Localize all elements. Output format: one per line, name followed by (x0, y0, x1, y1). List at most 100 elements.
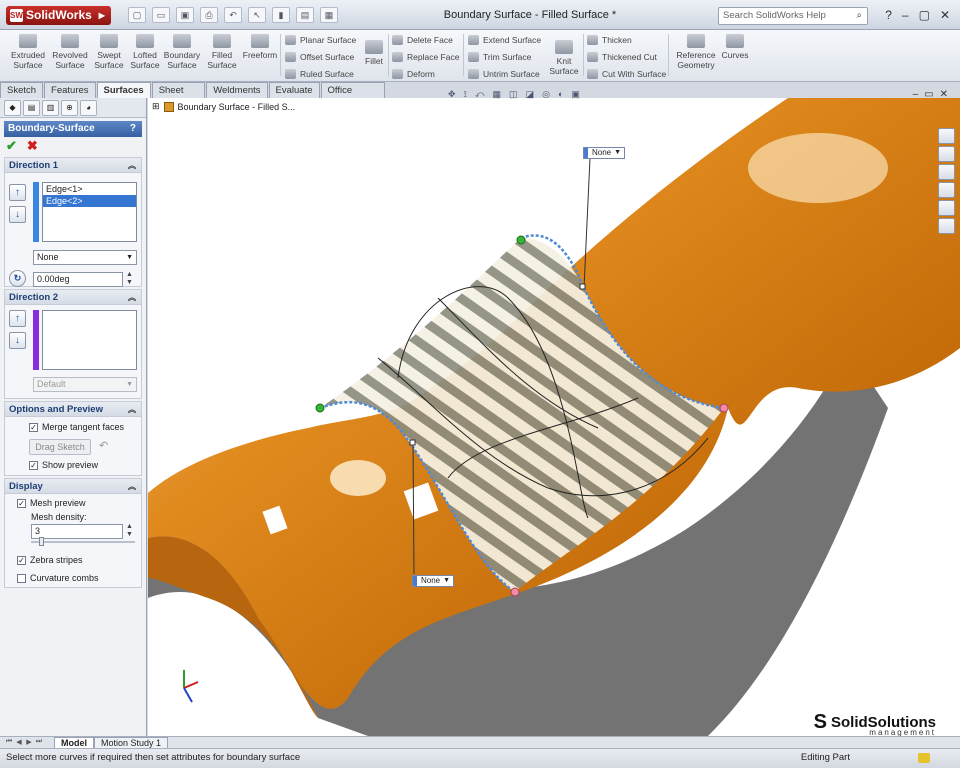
help-icon[interactable]: ? (130, 121, 136, 137)
mesh-density-spinner[interactable]: ▲ ▼ (126, 523, 133, 539)
freeform-button[interactable]: Freeform (240, 34, 280, 60)
tangency-type-dropdown[interactable]: None ▼ (33, 250, 137, 265)
connector-point[interactable] (315, 403, 325, 413)
draft-angle-input[interactable]: 0.00deg (33, 272, 123, 287)
reverse-direction-icon[interactable]: ↻ (9, 270, 26, 287)
replace-face-button[interactable]: Replace Face (392, 49, 459, 64)
collapse-icon[interactable]: ︽ (128, 402, 136, 417)
last-tab-icon[interactable]: ⏭ (34, 738, 44, 748)
cut-with-surface-button[interactable]: Cut With Surface (587, 66, 666, 81)
tab-weldments[interactable]: Weldments (206, 82, 268, 98)
mesh-density-input[interactable]: 3 (31, 524, 123, 539)
tab-surfaces[interactable]: Surfaces (96, 82, 151, 98)
planar-surface-button[interactable]: Planar Surface (285, 32, 356, 47)
checkbox-unchecked[interactable] (17, 573, 26, 583)
file-properties-icon[interactable]: ▤ (296, 7, 314, 23)
tab-model[interactable]: Model (54, 737, 94, 748)
edit-appearance-icon[interactable]: ◐ (558, 89, 563, 100)
save-icon[interactable]: ▣ (176, 7, 194, 23)
move-up-button[interactable]: ↑ (9, 310, 26, 327)
trim-surface-button[interactable]: Trim Surface (468, 49, 531, 64)
zebra-stripes-checkbox[interactable]: ✓ Zebra stripes (17, 555, 83, 565)
thickened-cut-button[interactable]: Thickened Cut (587, 49, 657, 64)
deform-button[interactable]: Deform (392, 66, 435, 81)
mesh-preview-checkbox[interactable]: ✓ Mesh preview (17, 498, 86, 508)
tangency-callout-bottom[interactable]: None ▼ (412, 575, 454, 587)
collapse-icon[interactable]: ︽ (128, 290, 136, 305)
delete-face-button[interactable]: Delete Face (392, 32, 453, 47)
maximize-icon[interactable]: ▢ (919, 8, 930, 22)
design-library-icon[interactable] (938, 146, 955, 162)
handle-point[interactable] (409, 439, 416, 446)
flyout-feature-tree[interactable]: ⊞ Boundary Surface - Filled S... (152, 101, 295, 112)
merge-tangent-checkbox[interactable]: ✓ Merge tangent faces (29, 422, 124, 432)
lofted-surface-button[interactable]: Lofted Surface (125, 34, 165, 70)
list-item-selected[interactable]: Edge<2> (43, 195, 136, 207)
reference-geometry-button[interactable]: Reference Geometry (672, 34, 720, 70)
knit-surface-button[interactable]: Knit Surface (546, 40, 582, 76)
model-viewport[interactable] (148, 98, 960, 736)
show-preview-checkbox[interactable]: ✓ Show preview (29, 460, 98, 470)
connector-point[interactable] (719, 403, 729, 413)
dimxpert-icon[interactable]: ⊕ (61, 100, 78, 116)
prev-tab-icon[interactable]: ◀ (14, 738, 24, 748)
help-icon[interactable]: ? (885, 8, 892, 22)
close-icon[interactable]: ✕ (940, 8, 950, 22)
solidworks-resources-icon[interactable] (938, 128, 955, 144)
checkbox-checked[interactable]: ✓ (29, 460, 38, 470)
extend-surface-button[interactable]: Extend Surface (468, 32, 541, 47)
tab-sketch[interactable]: Sketch (0, 82, 44, 98)
direction1-curves-list[interactable]: Edge<1> Edge<2> (42, 182, 137, 242)
slider-thumb[interactable] (39, 537, 44, 546)
connector-point[interactable] (516, 235, 526, 245)
checkbox-checked[interactable]: ✓ (17, 555, 26, 565)
custom-properties-icon[interactable] (938, 218, 955, 234)
display-header[interactable]: Display ︽ (5, 479, 141, 494)
curves-button[interactable]: Curves (718, 34, 752, 60)
solidworks-menu-button[interactable]: SW SolidWorks ▶ (6, 6, 111, 25)
zoom-to-fit-icon[interactable]: ✥ (448, 89, 456, 100)
ruled-surface-button[interactable]: Ruled Surface (285, 66, 354, 81)
hide-show-items-icon[interactable]: ◎ (542, 89, 550, 100)
undo-icon[interactable]: ↶ (224, 7, 242, 23)
restore-viewport-icon[interactable]: ▭ (924, 89, 933, 100)
graphics-area[interactable] (148, 98, 960, 736)
swept-surface-button[interactable]: Swept Surface (89, 34, 129, 70)
collapse-icon[interactable]: ︽ (128, 158, 136, 173)
select-icon[interactable]: ↖ (248, 7, 266, 23)
angle-spinner[interactable]: ▲ ▼ (126, 271, 133, 287)
new-document-icon[interactable]: ▢ (128, 7, 146, 23)
tab-office-products[interactable]: Office Products (320, 82, 385, 111)
minimize-viewport-icon[interactable]: – (913, 89, 919, 100)
tab-motion-study[interactable]: Motion Study 1 (94, 737, 169, 748)
minimize-icon[interactable]: – (902, 8, 909, 22)
options-preview-header[interactable]: Options and Preview ︽ (5, 402, 141, 417)
rebuild-status-icon[interactable] (918, 753, 930, 763)
curvature-combs-checkbox[interactable]: Curvature combs (17, 573, 99, 583)
section-view-icon[interactable]: ▦ (493, 89, 502, 100)
tab-sheet-metal[interactable]: Sheet Metal (151, 82, 206, 111)
mesh-density-slider[interactable] (31, 541, 135, 543)
tab-features[interactable]: Features (44, 82, 96, 98)
handle-point[interactable] (579, 283, 586, 290)
boundary-surface-button[interactable]: Boundary Surface (162, 34, 202, 70)
thicken-button[interactable]: Thicken (587, 32, 632, 47)
fillet-button[interactable]: Fillet (360, 40, 388, 66)
display-manager-icon[interactable]: ◕ (80, 100, 97, 116)
ok-icon[interactable]: ✔ (6, 139, 17, 153)
view-palette-icon[interactable] (938, 182, 955, 198)
zoom-area-icon[interactable]: ⟟ (464, 89, 467, 100)
direction2-curves-list[interactable] (42, 310, 137, 370)
close-viewport-icon[interactable]: ✕ (940, 89, 948, 100)
display-style-icon[interactable]: ◪ (526, 89, 535, 100)
apply-scene-icon[interactable]: ▣ (571, 89, 580, 100)
untrim-surface-button[interactable]: Untrim Surface (468, 66, 540, 81)
extruded-surface-button[interactable]: Extruded Surface (8, 34, 48, 70)
offset-surface-button[interactable]: Offset Surface (285, 49, 354, 64)
help-search-input[interactable]: Search SolidWorks Help ⌕ (718, 7, 868, 25)
appearances-icon[interactable] (938, 200, 955, 216)
list-item[interactable]: Edge<1> (43, 183, 136, 195)
revolved-surface-button[interactable]: Revolved Surface (50, 34, 90, 70)
view-orientation-icon[interactable]: ◫ (509, 89, 518, 100)
open-document-icon[interactable]: ▭ (152, 7, 170, 23)
